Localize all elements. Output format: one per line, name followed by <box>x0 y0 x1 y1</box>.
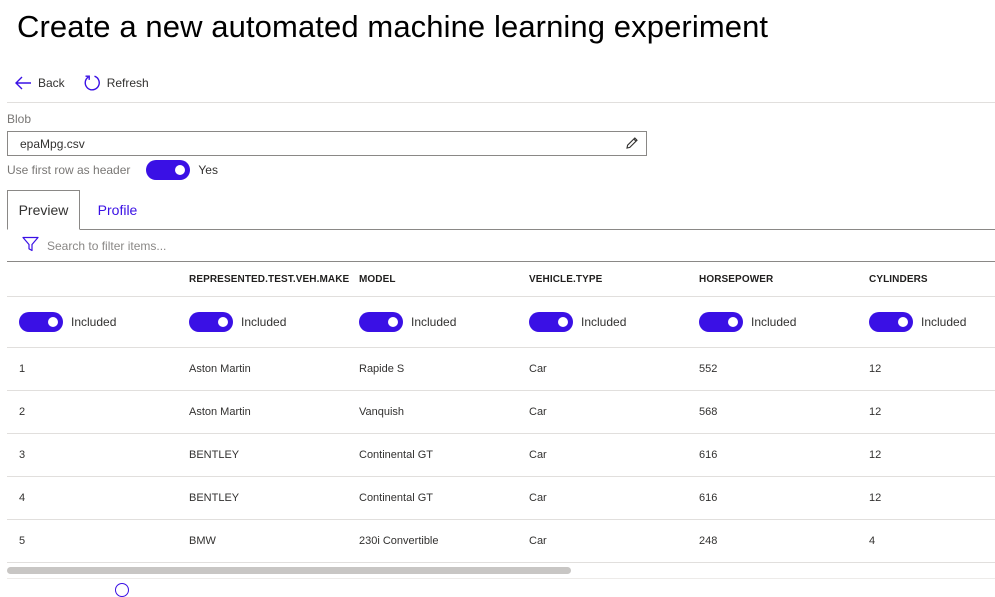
table-cell: Car <box>529 449 547 461</box>
table-header-row: REPRESENTED.TEST.VEH.MAKE MODEL VEHICLE.… <box>7 262 995 297</box>
table-cell: BMW <box>189 535 216 547</box>
table-cell: 12 <box>869 406 882 418</box>
table-cell: Car <box>529 406 547 418</box>
table-cell: 12 <box>869 449 882 461</box>
table-cell: 230i Convertible <box>359 535 439 547</box>
include-cell: Included <box>699 297 796 347</box>
table-cell: Rapide S <box>359 363 405 375</box>
table-cell: 568 <box>699 406 718 418</box>
preview-table: REPRESENTED.TEST.VEH.MAKE MODEL VEHICLE.… <box>7 262 995 563</box>
first-row-header-setting: Use first row as header Yes <box>7 160 218 180</box>
table-cell: 616 <box>699 492 718 504</box>
refresh-label: Refresh <box>106 76 149 90</box>
table-cell: Car <box>529 535 547 547</box>
pencil-icon[interactable] <box>625 136 639 155</box>
include-toggle[interactable] <box>189 312 233 332</box>
table-cell: 5 <box>19 535 26 547</box>
toolbar: Back Refresh <box>14 71 149 95</box>
blob-value: epaMpg.csv <box>20 137 85 151</box>
filter-bar <box>22 236 347 257</box>
tab-profile[interactable]: Profile <box>80 190 155 230</box>
tab-bar: Preview Profile <box>7 190 995 230</box>
page-title: Create a new automated machine learning … <box>17 9 769 44</box>
table-cell: 12 <box>869 492 882 504</box>
table-row: 3 BENTLEY Continental GT Car 616 12 <box>7 434 995 477</box>
include-toggle[interactable] <box>529 312 573 332</box>
refresh-icon <box>83 74 101 92</box>
blob-label: Blob <box>7 112 32 126</box>
toolbar-divider <box>7 102 995 103</box>
include-cell: Included <box>529 297 626 347</box>
table-cell: Aston Martin <box>189 406 251 418</box>
include-toggle[interactable] <box>699 312 743 332</box>
table-cell: 2 <box>19 406 26 418</box>
column-header[interactable]: CYLINDERS <box>869 262 928 296</box>
table-cell: 616 <box>699 449 718 461</box>
include-label: Included <box>581 315 627 329</box>
column-header[interactable]: VEHICLE.TYPE <box>529 262 602 296</box>
filter-icon <box>22 236 39 257</box>
table-row: 5 BMW 230i Convertible Car 248 4 <box>7 520 995 563</box>
back-label: Back <box>38 76 65 90</box>
tab-preview[interactable]: Preview <box>7 190 80 230</box>
include-toggles-row: Included Included Included Included Incl… <box>7 297 995 348</box>
include-cell: Included <box>359 297 456 347</box>
footer-icon <box>115 583 129 597</box>
table-cell: 4 <box>869 535 876 547</box>
table-cell: 4 <box>19 492 26 504</box>
include-toggle[interactable] <box>19 312 63 332</box>
table-cell: Aston Martin <box>189 363 251 375</box>
include-cell: Included <box>189 297 286 347</box>
include-label: Included <box>921 315 967 329</box>
table-cell: BENTLEY <box>189 449 240 461</box>
table-row: 4 BENTLEY Continental GT Car 616 12 <box>7 477 995 520</box>
include-toggle[interactable] <box>869 312 913 332</box>
include-label: Included <box>241 315 287 329</box>
table-row: 2 Aston Martin Vanquish Car 568 12 <box>7 391 995 434</box>
horizontal-scrollbar[interactable] <box>7 567 571 574</box>
table-cell: 552 <box>699 363 718 375</box>
column-header[interactable]: MODEL <box>359 262 396 296</box>
include-toggle[interactable] <box>359 312 403 332</box>
column-header[interactable]: HORSEPOWER <box>699 262 773 296</box>
table-cell: 3 <box>19 449 26 461</box>
footer-divider <box>7 578 995 579</box>
table-cell: Car <box>529 363 547 375</box>
include-cell: Included <box>869 297 966 347</box>
table-cell: Continental GT <box>359 492 433 504</box>
table-row: 1 Aston Martin Rapide S Car 552 12 <box>7 348 995 391</box>
first-row-header-toggle[interactable] <box>146 160 191 180</box>
table-cell: 12 <box>869 363 882 375</box>
arrow-left-icon <box>14 75 32 91</box>
include-label: Included <box>751 315 797 329</box>
table-cell: 248 <box>699 535 718 547</box>
table-cell: Vanquish <box>359 406 405 418</box>
include-label: Included <box>411 315 457 329</box>
column-header[interactable]: REPRESENTED.TEST.VEH.MAKE <box>189 262 349 296</box>
first-row-header-label: Use first row as header <box>7 163 131 177</box>
back-button[interactable]: Back <box>14 75 65 91</box>
table-cell: BENTLEY <box>189 492 240 504</box>
include-label: Included <box>71 315 117 329</box>
blob-field[interactable]: epaMpg.csv <box>7 131 647 156</box>
first-row-header-state: Yes <box>198 163 218 177</box>
refresh-button[interactable]: Refresh <box>83 74 149 92</box>
include-cell: Included <box>19 297 116 347</box>
table-cell: 1 <box>19 363 26 375</box>
table-cell: Continental GT <box>359 449 433 461</box>
filter-input[interactable] <box>47 239 347 253</box>
table-cell: Car <box>529 492 547 504</box>
